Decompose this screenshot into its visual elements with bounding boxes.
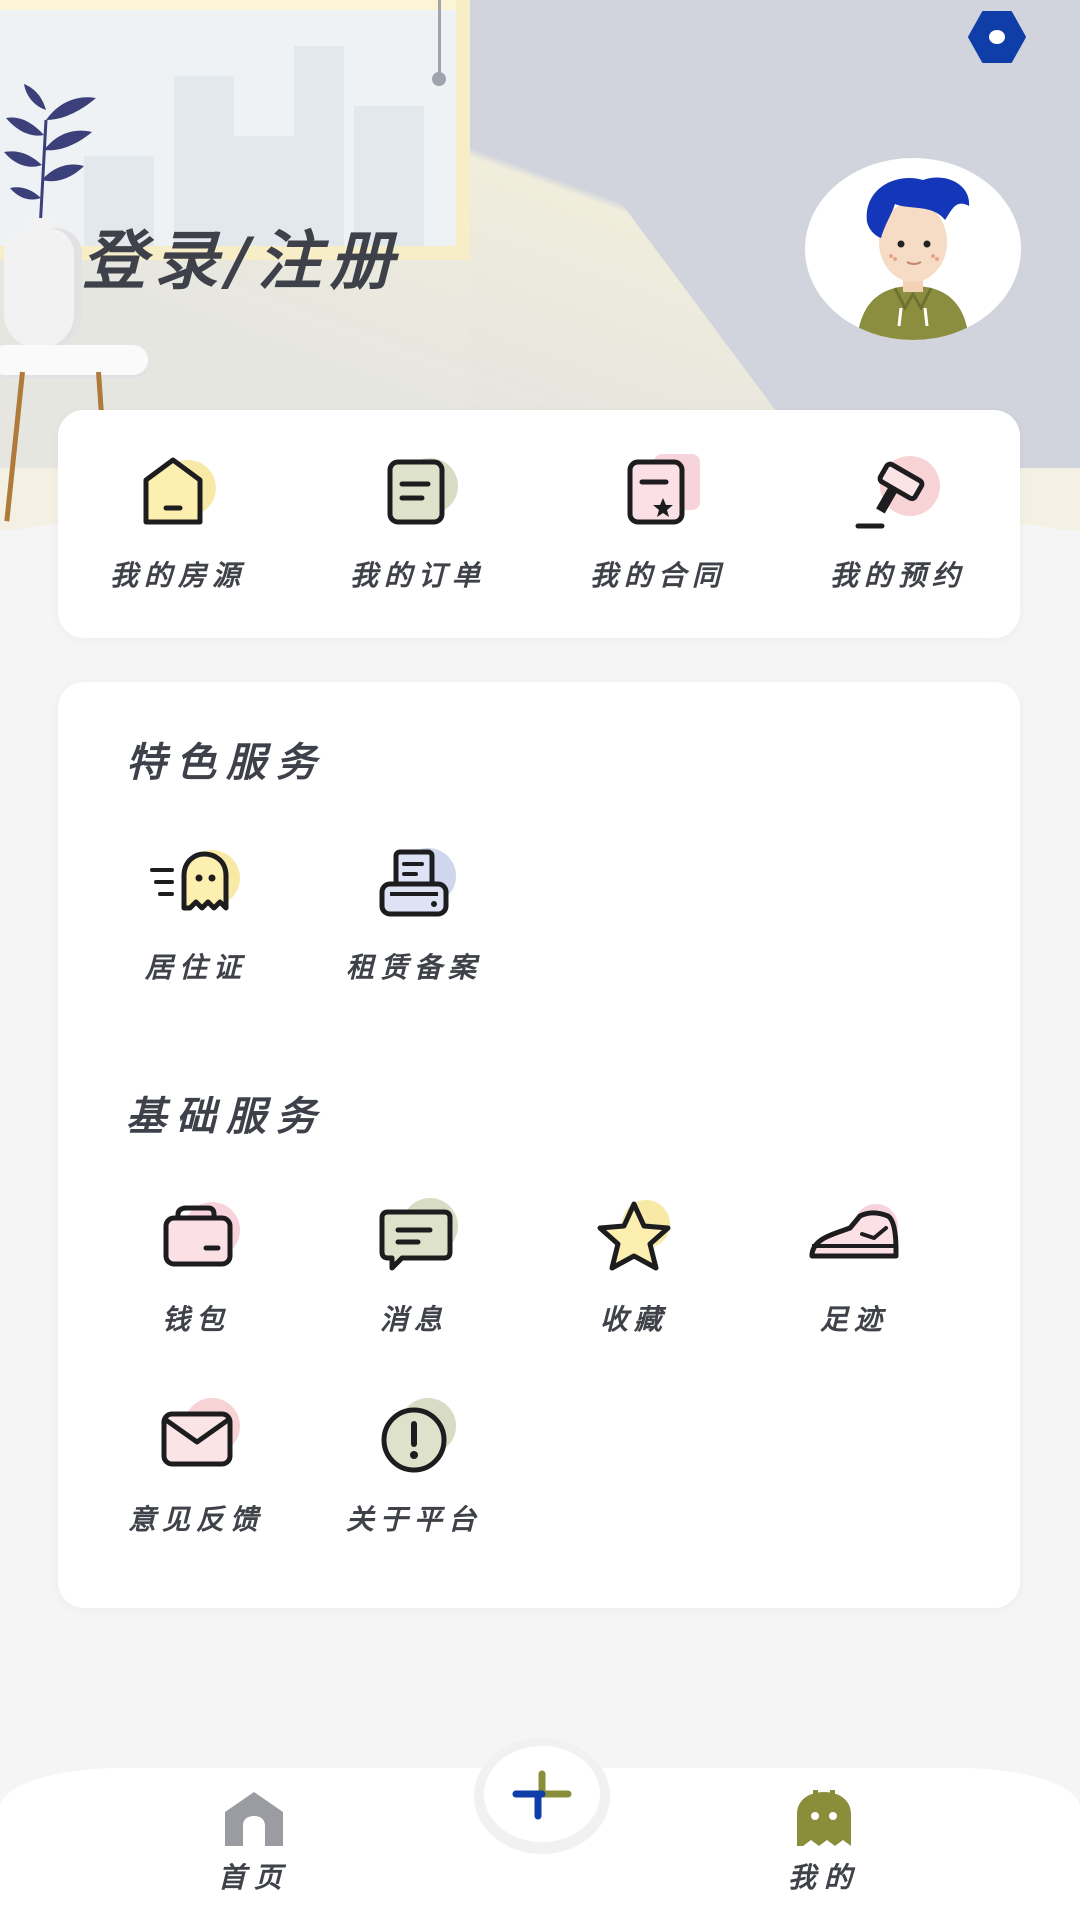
nav-home[interactable]: 首页: [184, 1788, 324, 1896]
service-item-label: 租赁备案: [345, 951, 482, 984]
feedback-button[interactable]: 意见反馈: [96, 1394, 296, 1544]
nav-mine[interactable]: 我的: [754, 1788, 894, 1896]
avatar[interactable]: [805, 158, 1021, 340]
home-icon: [225, 1792, 283, 1846]
service-item-label: 钱包: [161, 1303, 230, 1336]
ghost-card-icon: [150, 850, 240, 911]
services-card: 特色服务 居住证 租赁备案 基础服务 钱包 消息 收藏 足迹 意见反馈 关于平台: [58, 682, 1020, 1608]
quick-actions-card: 我的房源 我的订单 我的合同 我的预约: [58, 410, 1020, 638]
my-contracts-button[interactable]: 我的合同: [558, 450, 758, 610]
service-item-label: 意见反馈: [127, 1503, 264, 1536]
service-item-label: 关于平台: [345, 1503, 482, 1536]
blind-cord: [438, 0, 441, 76]
messages-button[interactable]: 消息: [314, 1194, 514, 1344]
service-item-label: 消息: [379, 1303, 448, 1336]
login-register-link[interactable]: 登录/注册: [82, 210, 401, 302]
plus-icon: [512, 1770, 572, 1820]
side-table: [0, 345, 148, 375]
residence-permit-button[interactable]: 居住证: [96, 842, 296, 992]
info-icon: [381, 1398, 456, 1473]
star-icon: [597, 1200, 671, 1271]
lease-filing-button[interactable]: 租赁备案: [314, 842, 514, 992]
order-note-icon: [387, 458, 458, 525]
quick-item-label: 我的订单: [349, 559, 486, 592]
message-icon: [379, 1198, 458, 1271]
printer-icon: [379, 848, 456, 917]
service-item-label: 居住证: [144, 951, 247, 984]
nav-home-label: 首页: [217, 1861, 290, 1894]
mail-icon: [161, 1398, 240, 1467]
nav-mine-label: 我的: [787, 1861, 860, 1894]
hexagon-settings-icon[interactable]: [968, 10, 1026, 64]
sneaker-icon: [809, 1204, 899, 1259]
vase: [4, 228, 82, 348]
wallet-button[interactable]: 钱包: [96, 1194, 296, 1344]
my-orders-button[interactable]: 我的订单: [318, 450, 518, 610]
house-icon: [143, 457, 216, 525]
gavel-icon: [855, 456, 940, 529]
my-listings-button[interactable]: 我的房源: [78, 450, 278, 610]
featured-services-title: 特色服务: [126, 739, 326, 786]
user-avatar-icon: [857, 177, 970, 340]
service-item-label: 足迹: [819, 1303, 888, 1336]
quick-item-label: 我的合同: [589, 559, 726, 592]
add-button[interactable]: [484, 1746, 600, 1842]
wallet-icon: [163, 1202, 240, 1267]
footprints-button[interactable]: 足迹: [754, 1194, 954, 1344]
about-platform-button[interactable]: 关于平台: [314, 1394, 514, 1544]
my-appointments-button[interactable]: 我的预约: [798, 450, 998, 610]
service-item-label: 收藏: [599, 1303, 668, 1336]
quick-item-label: 我的预约: [829, 559, 966, 592]
ghost-profile-icon: [797, 1790, 851, 1846]
contract-icon: [627, 454, 700, 525]
favorites-button[interactable]: 收藏: [534, 1194, 734, 1344]
quick-item-label: 我的房源: [109, 559, 246, 592]
basic-services-title: 基础服务: [126, 1093, 326, 1140]
